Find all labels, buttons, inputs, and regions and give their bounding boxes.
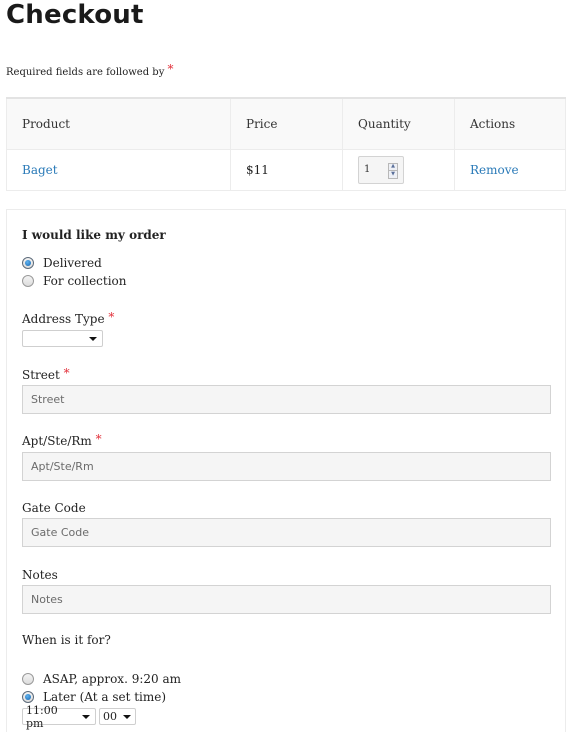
- product-link[interactable]: Baget: [22, 163, 58, 177]
- decrement-arrow-icon[interactable]: ▼: [389, 171, 397, 178]
- radio-later[interactable]: [22, 691, 34, 703]
- radio-delivered[interactable]: [22, 257, 34, 269]
- street-input[interactable]: [22, 385, 551, 414]
- cart-table: Product Price Quantity Actions Baget $11…: [6, 97, 566, 191]
- column-header-product: Product: [6, 97, 231, 150]
- increment-arrow-icon[interactable]: ▲: [389, 164, 397, 171]
- column-header-quantity: Quantity: [342, 97, 455, 150]
- quantity-cell: 1 ▲ ▼: [342, 148, 455, 191]
- asap-label: ASAP, approx. 9:20 am: [43, 672, 181, 686]
- chevron-down-icon: [123, 714, 131, 719]
- delivery-options: Delivered For collection: [22, 254, 127, 290]
- chevron-down-icon: [89, 336, 97, 341]
- quantity-stepper[interactable]: 1 ▲ ▼: [358, 155, 404, 184]
- required-note-text: Required fields are followed by: [6, 67, 165, 78]
- apt-label: Apt/Ste/Rm *: [22, 432, 102, 448]
- timing-option-asap[interactable]: ASAP, approx. 9:20 am: [22, 670, 181, 688]
- delivery-option-delivered[interactable]: Delivered: [22, 254, 127, 272]
- delivery-option-collection[interactable]: For collection: [22, 272, 127, 290]
- radio-collection[interactable]: [22, 275, 34, 287]
- later-label: Later (At a set time): [43, 690, 167, 704]
- required-asterisk: *: [167, 62, 174, 76]
- gate-code-input[interactable]: [22, 518, 551, 547]
- hour-value: 11:00 pm: [26, 703, 58, 730]
- delivered-label: Delivered: [43, 256, 102, 270]
- page-title: Checkout: [6, 0, 144, 30]
- street-label: Street *: [22, 366, 70, 382]
- notes-label: Notes: [22, 568, 58, 582]
- notes-input[interactable]: [22, 585, 551, 614]
- address-type-label: Address Type *: [22, 310, 115, 326]
- required-asterisk: *: [108, 310, 115, 324]
- apt-label-text: Apt/Ste/Rm: [22, 434, 92, 448]
- order-form: I would like my order Delivered For coll…: [6, 209, 566, 732]
- gate-code-label: Gate Code: [22, 501, 86, 515]
- hour-select[interactable]: 11:00 pm: [22, 704, 96, 730]
- remove-link[interactable]: Remove: [470, 163, 519, 177]
- column-header-price: Price: [230, 97, 343, 150]
- actions-cell: Remove: [454, 148, 566, 191]
- address-type-select[interactable]: [22, 330, 103, 347]
- minute-value: 00: [103, 710, 117, 723]
- quantity-spinner[interactable]: ▲ ▼: [388, 162, 398, 179]
- cart-header-row: Product Price Quantity Actions: [6, 97, 566, 150]
- minute-select[interactable]: 00: [99, 708, 136, 725]
- address-type-label-text: Address Type: [22, 312, 105, 326]
- required-asterisk: *: [95, 432, 102, 446]
- apt-input[interactable]: [22, 452, 551, 481]
- price-cell: $11: [230, 148, 343, 191]
- timing-options: ASAP, approx. 9:20 am Later (At a set ti…: [22, 670, 181, 706]
- chevron-down-icon: [82, 714, 90, 719]
- street-label-text: Street: [22, 368, 60, 382]
- required-fields-note: Required fields are followed by *: [6, 62, 174, 78]
- product-cell: Baget: [6, 148, 231, 191]
- required-asterisk: *: [63, 366, 70, 380]
- column-header-actions: Actions: [454, 97, 566, 150]
- delivery-heading: I would like my order: [22, 228, 166, 242]
- table-row: Baget $11 1 ▲ ▼ Remove: [6, 148, 566, 191]
- quantity-value: 1: [364, 164, 371, 175]
- collection-label: For collection: [43, 274, 127, 288]
- radio-asap[interactable]: [22, 673, 34, 685]
- timing-heading: When is it for?: [22, 633, 111, 647]
